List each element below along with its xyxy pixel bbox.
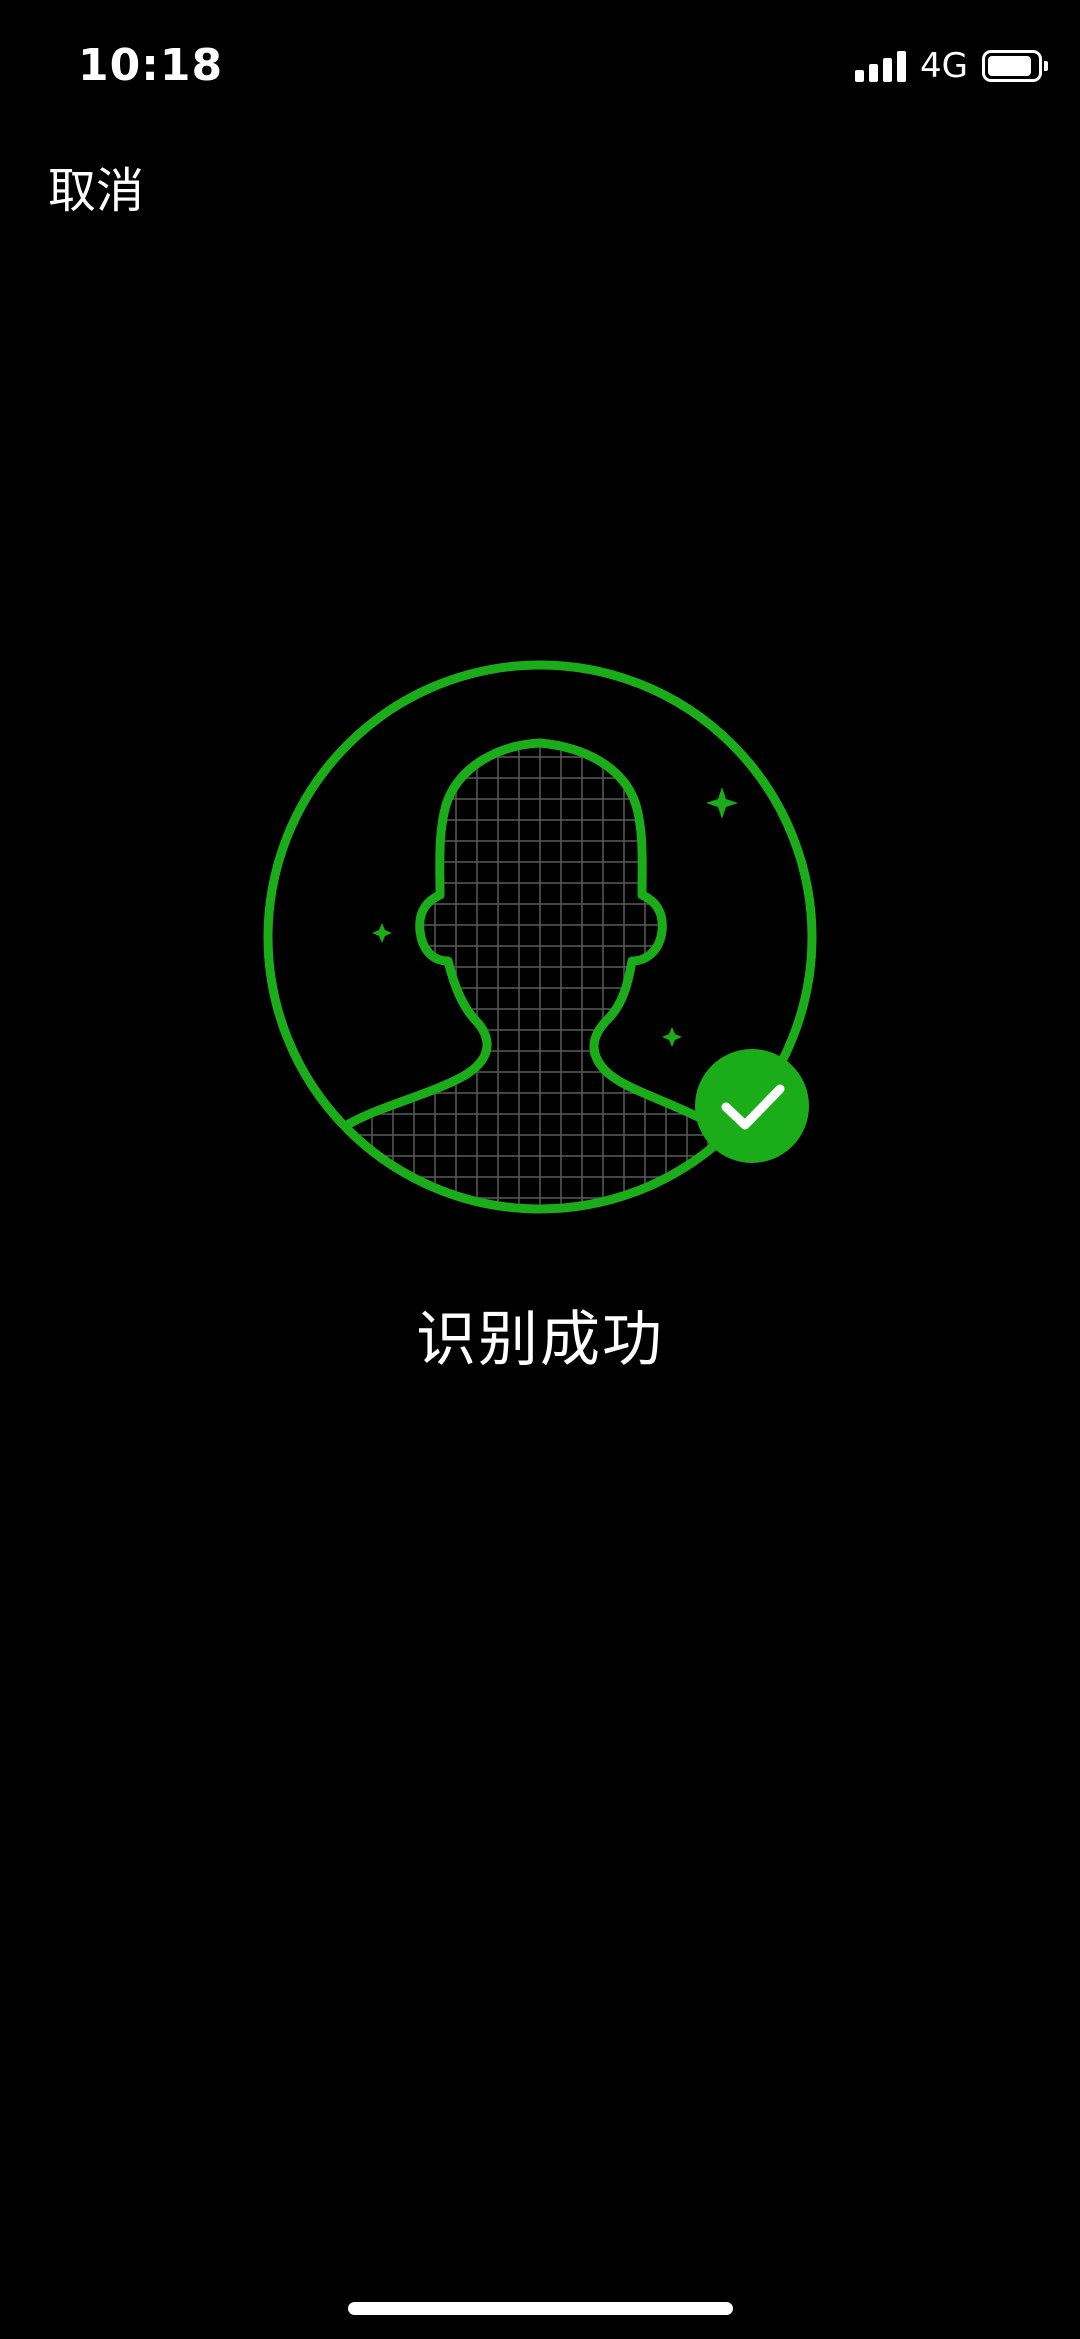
status-time: 10:18 xyxy=(78,40,224,91)
battery-icon xyxy=(982,50,1048,82)
sparkle-icon xyxy=(372,923,392,943)
check-circle-icon xyxy=(695,1049,809,1163)
face-grid-icon xyxy=(263,660,817,1214)
sparkle-icon xyxy=(662,1027,682,1047)
battery-cap xyxy=(1044,61,1048,71)
home-indicator[interactable] xyxy=(348,2302,733,2315)
sparkle-icon xyxy=(706,787,738,819)
result-title: 识别成功 xyxy=(416,1305,664,1375)
battery-fill xyxy=(988,56,1031,76)
status-right: 4G xyxy=(855,46,1048,86)
network-label: 4G xyxy=(920,46,968,86)
cancel-button[interactable]: 取消 xyxy=(48,156,144,226)
status-bar: 10:18 4G xyxy=(0,0,1080,130)
signal-icon xyxy=(855,50,907,82)
